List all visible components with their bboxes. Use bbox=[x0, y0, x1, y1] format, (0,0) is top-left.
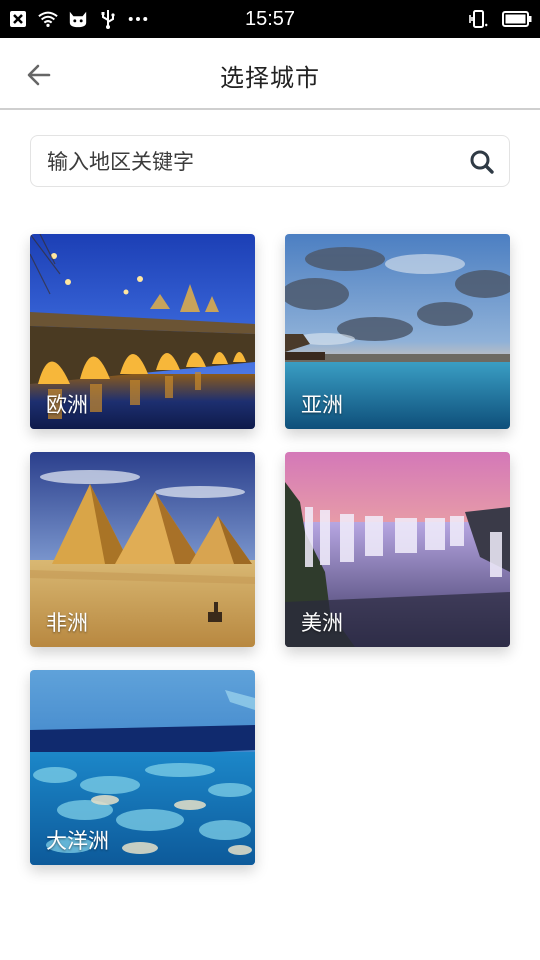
page-title: 选择城市 bbox=[220, 64, 320, 92]
region-card-oceania[interactable]: 大洋洲 bbox=[30, 670, 255, 865]
region-card-asia[interactable]: 亚洲 bbox=[285, 234, 510, 429]
vibrate-icon bbox=[468, 9, 488, 29]
region-label: 美洲 bbox=[301, 611, 343, 635]
region-label: 欧洲 bbox=[46, 393, 88, 417]
region-label: 亚洲 bbox=[301, 393, 343, 417]
status-right-icons bbox=[468, 8, 532, 30]
search-input[interactable] bbox=[45, 136, 449, 188]
region-card-africa[interactable]: 非洲 bbox=[30, 452, 255, 647]
battery-icon bbox=[502, 9, 532, 29]
region-card-europe[interactable]: 欧洲 bbox=[30, 234, 255, 429]
region-label: 大洋洲 bbox=[46, 829, 109, 853]
search-icon[interactable] bbox=[469, 149, 495, 175]
region-label: 非洲 bbox=[46, 611, 88, 635]
status-time: 15:57 bbox=[244, 8, 296, 30]
header-bar: 选择城市 bbox=[0, 38, 540, 110]
search-box bbox=[30, 135, 510, 188]
status-bar: 15:57 bbox=[0, 0, 540, 38]
region-card-america[interactable]: 美洲 bbox=[285, 452, 510, 647]
